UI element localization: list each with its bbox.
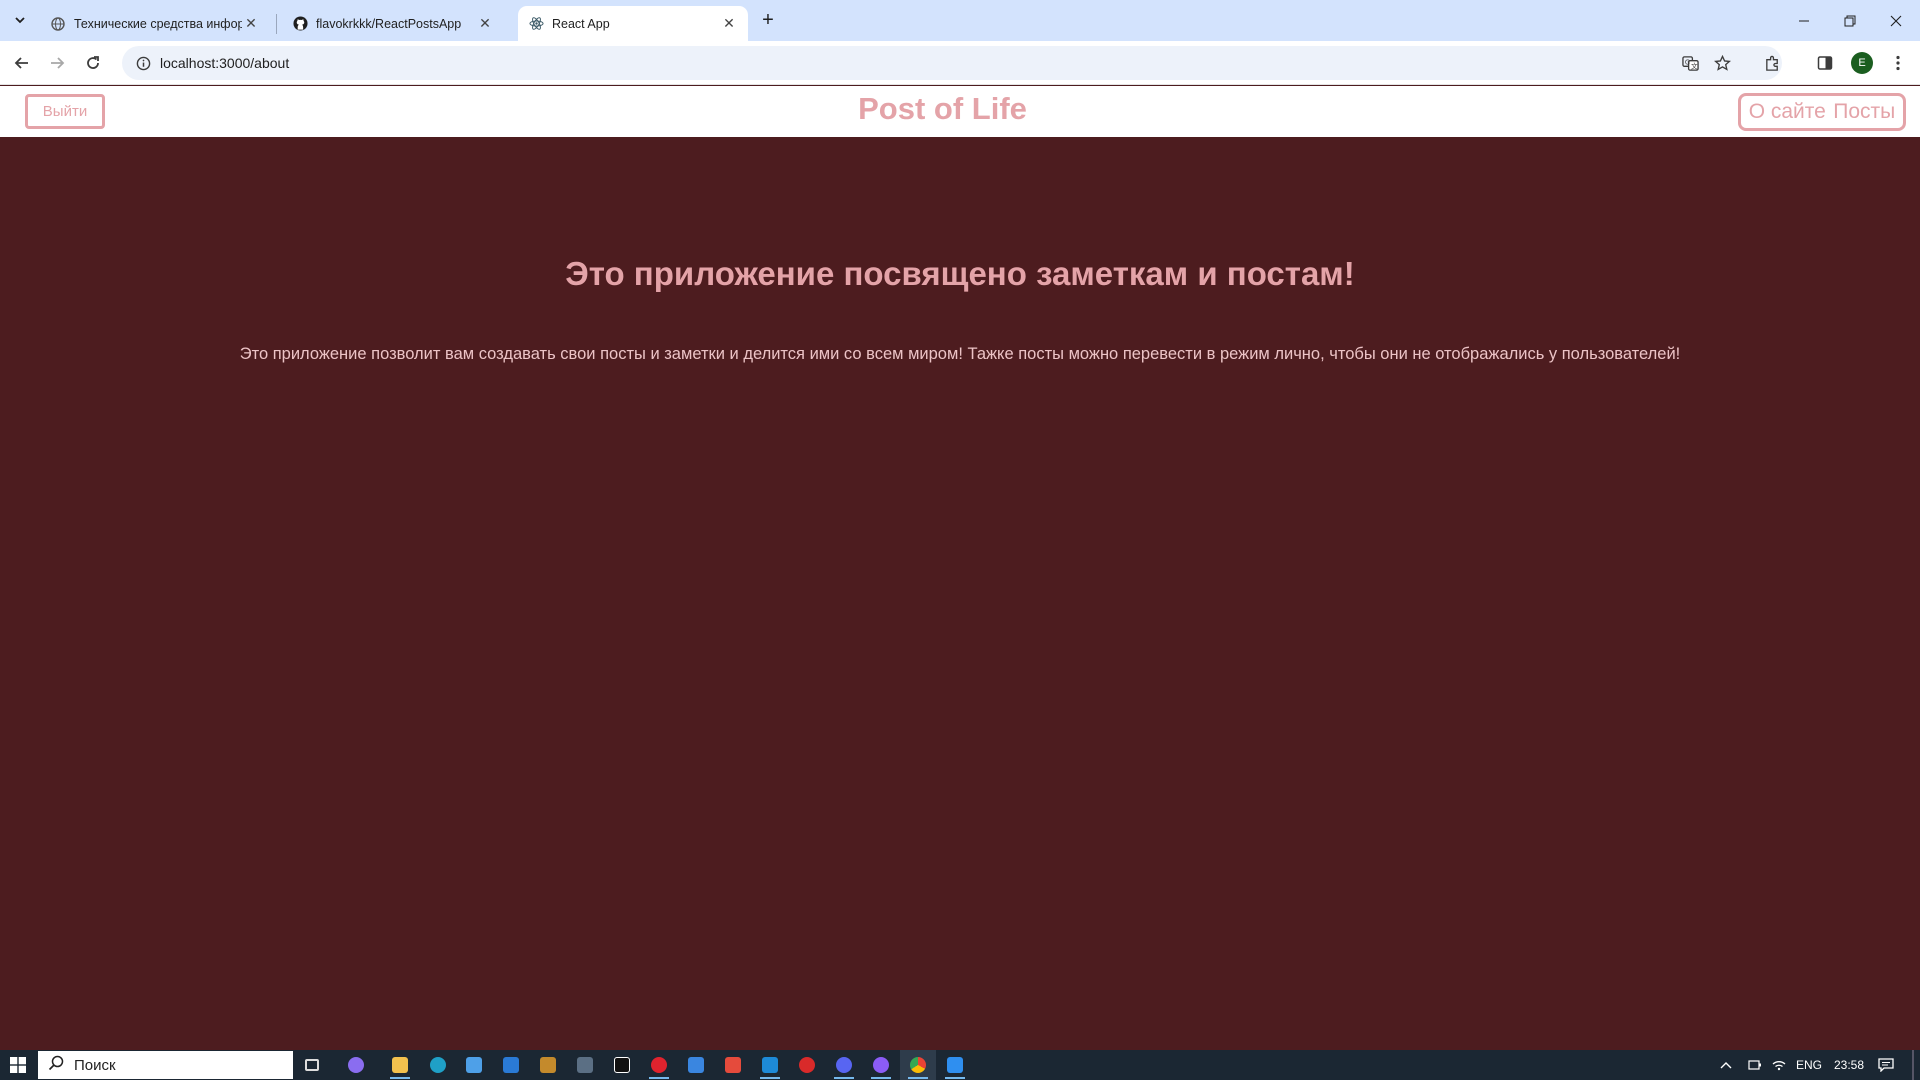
tab-title: Технические средства информ: [74, 16, 242, 31]
nav-link-about[interactable]: О сайте: [1749, 100, 1826, 124]
shield-app-icon[interactable]: [678, 1050, 714, 1080]
forward-arrow-icon[interactable]: [41, 47, 73, 79]
pycharm-icon[interactable]: [604, 1050, 640, 1080]
side-panel-icon[interactable]: [1809, 47, 1841, 79]
mail-icon[interactable]: [493, 1050, 529, 1080]
wifi-icon[interactable]: [1772, 1050, 1786, 1080]
taskbar-search[interactable]: Поиск: [38, 1051, 293, 1079]
react-icon: [528, 16, 544, 32]
back-arrow-icon[interactable]: [6, 47, 38, 79]
site-nav: О сайте Посты: [1738, 93, 1906, 131]
edge-icon[interactable]: [420, 1050, 456, 1080]
svg-text:G: G: [1684, 58, 1689, 66]
about-description: Это приложение позволит вам создавать св…: [239, 345, 1681, 363]
tab-title: React App: [552, 16, 610, 31]
site-header: Выйти Post of Life О сайте Посты: [0, 86, 1920, 137]
address-bar[interactable]: localhost:3000/about: [122, 46, 1782, 80]
opera-icon[interactable]: [641, 1050, 677, 1080]
browser-tabstrip: Технические средства информ ✕ flavokrkkk…: [0, 0, 1920, 41]
profile-avatar[interactable]: E: [1851, 52, 1873, 74]
browser-tab-active[interactable]: React App ✕: [518, 6, 748, 41]
clock[interactable]: 23:58: [1834, 1050, 1864, 1080]
tab-divider: [276, 14, 277, 34]
close-tab-icon[interactable]: ✕: [242, 15, 260, 33]
site-title: Post of Life: [858, 91, 1027, 126]
url-text: localhost:3000/about: [160, 55, 290, 71]
browser-tab[interactable]: flavokrkkk/ReactPostsApp ✕: [282, 6, 504, 41]
file-explorer-icon[interactable]: [382, 1050, 418, 1080]
game-app-icon[interactable]: [530, 1050, 566, 1080]
store-icon[interactable]: [456, 1050, 492, 1080]
battery-icon[interactable]: [1748, 1050, 1762, 1080]
nav-link-posts[interactable]: Посты: [1833, 100, 1895, 124]
chrome-icon[interactable]: [900, 1050, 936, 1080]
browser-tab[interactable]: Технические средства информ ✕: [40, 6, 270, 41]
discord-icon[interactable]: [826, 1050, 862, 1080]
windows-start-icon[interactable]: [0, 1050, 36, 1080]
close-tab-icon[interactable]: ✕: [476, 15, 494, 33]
yandex-icon[interactable]: [715, 1050, 751, 1080]
copilot-icon[interactable]: [338, 1050, 374, 1080]
browser-toolbar: localhost:3000/about G文 E: [0, 41, 1920, 85]
tab-title: flavokrkkk/ReactPostsApp: [316, 16, 462, 31]
close-tab-icon[interactable]: ✕: [720, 15, 738, 33]
globe-icon: [50, 16, 66, 32]
tab-search-chevron-icon[interactable]: [8, 8, 32, 32]
show-desktop-button[interactable]: [1912, 1050, 1914, 1080]
show-hidden-icons[interactable]: [1720, 1050, 1732, 1080]
task-view-icon[interactable]: [294, 1050, 330, 1080]
extensions-icon[interactable]: [1756, 47, 1788, 79]
github-desktop-icon[interactable]: [863, 1050, 899, 1080]
svg-text:文: 文: [1690, 61, 1697, 70]
translate-icon[interactable]: G文: [1674, 47, 1706, 79]
blue-app-icon[interactable]: [937, 1050, 973, 1080]
new-tab-button[interactable]: +: [754, 8, 782, 32]
bookmark-star-icon[interactable]: [1706, 47, 1738, 79]
page-title: Это приложение посвящено заметкам и пост…: [565, 255, 1355, 292]
minimize-icon[interactable]: [1781, 0, 1827, 41]
github-icon: [292, 16, 308, 32]
windows-taskbar: Поиск ENG 23:58: [0, 1050, 1920, 1080]
more-menu-icon[interactable]: [1882, 47, 1914, 79]
close-window-icon[interactable]: [1873, 0, 1919, 41]
reload-icon[interactable]: [77, 47, 109, 79]
about-page: Это приложение посвящено заметкам и пост…: [0, 137, 1920, 1051]
search-placeholder: Поиск: [74, 1056, 116, 1074]
red-app-icon[interactable]: [789, 1050, 825, 1080]
app-icon[interactable]: [567, 1050, 603, 1080]
vscode-icon[interactable]: [752, 1050, 788, 1080]
notifications-icon[interactable]: [1878, 1050, 1894, 1080]
search-icon: [48, 1055, 64, 1075]
restore-icon[interactable]: [1827, 0, 1873, 41]
site-info-icon[interactable]: [128, 56, 158, 71]
language-indicator[interactable]: ENG: [1796, 1050, 1822, 1080]
